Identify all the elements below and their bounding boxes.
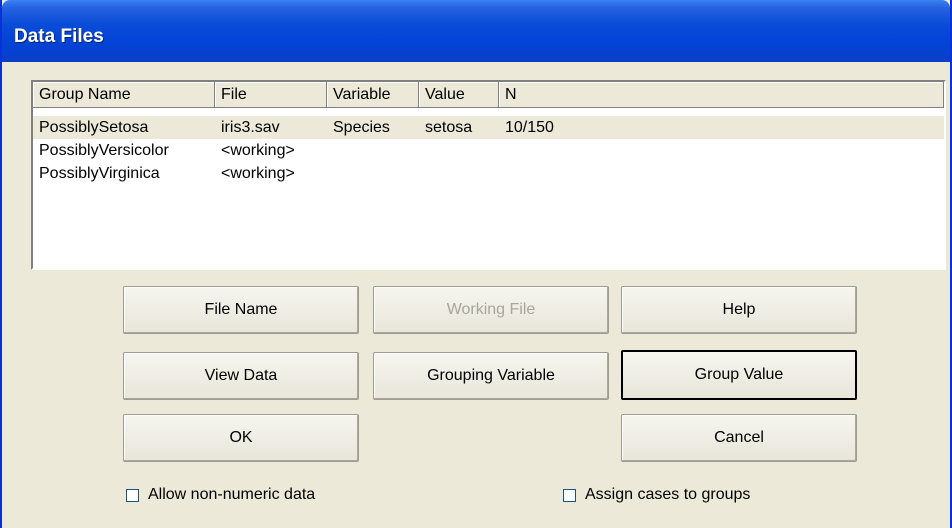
assign-cases-checkbox[interactable]: Assign cases to groups — [563, 486, 750, 504]
table-row[interactable]: PossiblyVersicolor <working> — [33, 139, 944, 162]
column-header-file[interactable]: File — [215, 82, 327, 108]
table-row[interactable]: PossiblyVirginica <working> — [33, 162, 944, 185]
column-header-n[interactable]: N — [499, 82, 944, 108]
checkbox-box[interactable] — [563, 488, 576, 502]
cell-group-name: PossiblySetosa — [39, 119, 149, 136]
grouping-variable-button[interactable]: Grouping Variable — [373, 352, 609, 400]
data-files-dialog: Data Files Group Name File Variable Valu… — [0, 0, 952, 528]
table-row[interactable]: PossiblySetosa iris3.sav Species setosa … — [33, 116, 944, 139]
cell-file: <working> — [221, 142, 295, 159]
cell-value: setosa — [425, 119, 473, 136]
column-header-group-name[interactable]: Group Name — [33, 82, 215, 108]
checkbox-box[interactable] — [126, 488, 139, 502]
ok-button[interactable]: OK — [123, 414, 359, 462]
cell-file: iris3.sav — [221, 119, 280, 136]
group-list[interactable]: Group Name File Variable Value N Possibl… — [31, 80, 946, 270]
assign-cases-label: Assign cases to groups — [585, 486, 751, 503]
cell-file: <working> — [221, 165, 295, 182]
cell-group-name: PossiblyVirginica — [39, 165, 160, 182]
column-header-variable[interactable]: Variable — [327, 82, 419, 108]
column-header-value[interactable]: Value — [419, 82, 499, 108]
cell-n: 10/150 — [505, 119, 554, 136]
help-button[interactable]: Help — [621, 286, 857, 334]
cell-variable: Species — [333, 119, 390, 136]
group-value-button[interactable]: Group Value — [621, 350, 857, 400]
file-name-button[interactable]: File Name — [123, 286, 359, 334]
cell-group-name: PossiblyVersicolor — [39, 142, 169, 159]
working-file-button[interactable]: Working File — [373, 286, 609, 334]
cancel-button[interactable]: Cancel — [621, 414, 857, 462]
window-title: Data Files — [14, 26, 104, 47]
allow-non-numeric-label: Allow non-numeric data — [148, 486, 316, 503]
allow-non-numeric-checkbox[interactable]: Allow non-numeric data — [126, 486, 315, 504]
view-data-button[interactable]: View Data — [123, 352, 359, 400]
title-bar[interactable]: Data Files — [2, 0, 950, 62]
